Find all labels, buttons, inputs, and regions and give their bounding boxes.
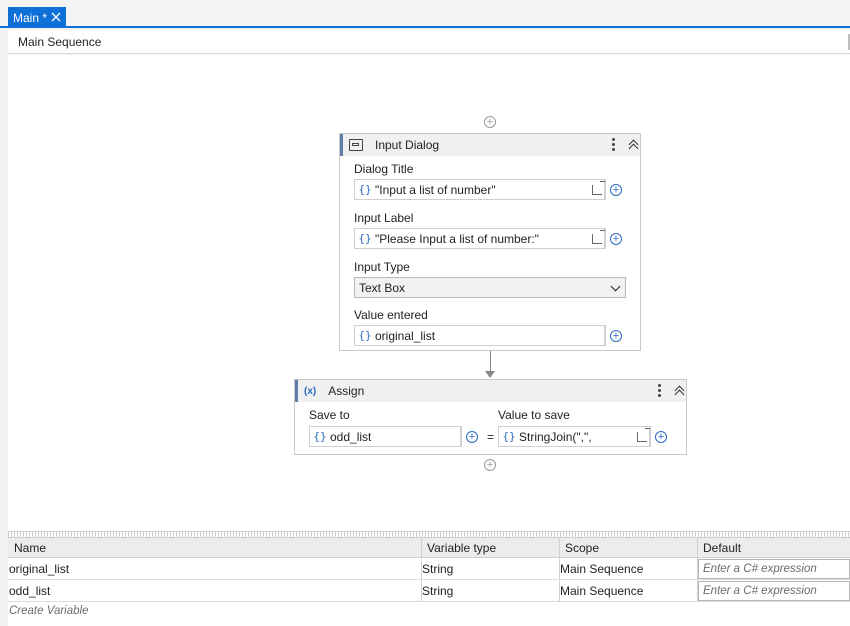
connector-arrow-icon xyxy=(485,371,495,378)
input-type-value: Text Box xyxy=(359,280,406,295)
variable-type[interactable]: String xyxy=(422,562,453,576)
plus-icon: + xyxy=(610,183,622,196)
value-entered-field[interactable]: {} original_list xyxy=(354,325,605,346)
expand-editor-icon[interactable] xyxy=(637,428,651,442)
tab-main[interactable]: Main * xyxy=(8,7,66,28)
variable-name[interactable]: odd_list xyxy=(9,584,50,598)
connector-line xyxy=(490,351,491,371)
input-type-select[interactable]: Text Box xyxy=(354,277,626,298)
dialog-title-field[interactable]: {} "Input a list of number" xyxy=(354,179,606,200)
plus-icon: + xyxy=(466,430,478,443)
assign-activity[interactable]: (x) Assign Save to {} odd_list + = Value… xyxy=(294,379,687,455)
breadcrumb-bar: Main Sequence xyxy=(8,30,850,54)
input-dialog-body: Dialog Title {} "Input a list of number"… xyxy=(340,156,640,350)
column-header-variable-type[interactable]: Variable type xyxy=(427,541,496,555)
expand-editor-icon[interactable] xyxy=(592,181,606,195)
default-expression-input[interactable]: Enter a C# expression xyxy=(698,581,850,601)
collapse-icon[interactable] xyxy=(628,139,638,151)
more-options-icon[interactable] xyxy=(658,384,662,398)
add-value-to-save-button[interactable]: + xyxy=(650,426,671,447)
create-variable-link[interactable]: Create Variable xyxy=(9,605,88,617)
input-dialog-header[interactable]: Input Dialog xyxy=(340,134,640,156)
expand-editor-icon[interactable] xyxy=(592,230,606,244)
variable-type[interactable]: String xyxy=(422,584,453,598)
collapse-icon[interactable] xyxy=(674,385,684,397)
assign-icon: (x) xyxy=(304,385,317,397)
breadcrumb[interactable]: Main Sequence xyxy=(18,35,101,49)
input-dialog-title: Input Dialog xyxy=(375,138,440,152)
save-to-label: Save to xyxy=(309,408,350,422)
table-row[interactable]: odd_list String Main Sequence Enter a C#… xyxy=(8,580,850,602)
input-type-label: Input Type xyxy=(354,260,410,274)
value-to-save-value: StringJoin(",", xyxy=(519,429,592,444)
window-icon xyxy=(349,139,363,151)
plus-icon: + xyxy=(610,329,622,342)
add-value-entered-button[interactable]: + xyxy=(605,325,626,346)
variable-scope[interactable]: Main Sequence xyxy=(560,584,643,598)
input-label-field[interactable]: {} "Please Input a list of number:" xyxy=(354,228,606,249)
save-to-field[interactable]: {} odd_list xyxy=(309,426,461,447)
document-tab-strip: Main * xyxy=(0,0,850,28)
chevron-down-icon xyxy=(610,281,621,292)
input-dialog-activity[interactable]: Input Dialog Dialog Title {} "Input a li… xyxy=(339,133,641,351)
column-header-default[interactable]: Default xyxy=(703,541,741,555)
tab-main-label: Main * xyxy=(13,10,48,25)
column-header-scope[interactable]: Scope xyxy=(565,541,599,555)
expression-icon: {} xyxy=(358,183,372,196)
close-icon[interactable] xyxy=(49,10,63,24)
table-row[interactable]: original_list String Main Sequence Enter… xyxy=(8,558,850,580)
more-options-icon[interactable] xyxy=(612,138,616,152)
value-to-save-field[interactable]: {} StringJoin(",", xyxy=(498,426,651,447)
value-entered-value: original_list xyxy=(375,328,436,343)
add-activity-top-icon[interactable]: + xyxy=(484,116,496,128)
expression-icon: {} xyxy=(313,430,327,443)
assign-header[interactable]: (x) Assign xyxy=(295,380,686,402)
add-activity-bottom-icon[interactable]: + xyxy=(484,459,496,471)
add-dialog-title-button[interactable]: + xyxy=(605,179,626,200)
expression-icon: {} xyxy=(358,329,372,342)
dialog-title-label: Dialog Title xyxy=(354,162,414,176)
add-input-label-button[interactable]: + xyxy=(605,228,626,249)
variable-scope[interactable]: Main Sequence xyxy=(560,562,643,576)
save-to-value: odd_list xyxy=(330,429,372,444)
column-header-name[interactable]: Name xyxy=(14,541,46,555)
default-expression-input[interactable]: Enter a C# expression xyxy=(698,559,850,579)
value-to-save-label: Value to save xyxy=(498,408,570,422)
value-entered-label: Value entered xyxy=(354,308,428,322)
expression-icon: {} xyxy=(358,232,372,245)
equals-sign: = xyxy=(487,430,495,444)
assign-title: Assign xyxy=(328,384,365,398)
expression-icon: {} xyxy=(502,430,516,443)
workflow-canvas[interactable]: + Input Dialog Dialog Title {} "Input a … xyxy=(8,55,850,531)
variables-panel: Name Variable type Scope Default origina… xyxy=(8,538,850,626)
assign-body: Save to {} odd_list + = Value to save {}… xyxy=(295,402,686,454)
variables-header: Name Variable type Scope Default xyxy=(8,538,850,558)
add-save-to-button[interactable]: + xyxy=(461,426,482,447)
variable-name[interactable]: original_list xyxy=(9,562,69,576)
plus-icon: + xyxy=(610,232,622,245)
input-label-value: "Please Input a list of number:" xyxy=(375,231,539,246)
plus-icon: + xyxy=(655,430,667,443)
dialog-title-value: "Input a list of number" xyxy=(375,182,496,197)
input-label-label: Input Label xyxy=(354,211,414,225)
panel-splitter[interactable] xyxy=(8,531,850,538)
